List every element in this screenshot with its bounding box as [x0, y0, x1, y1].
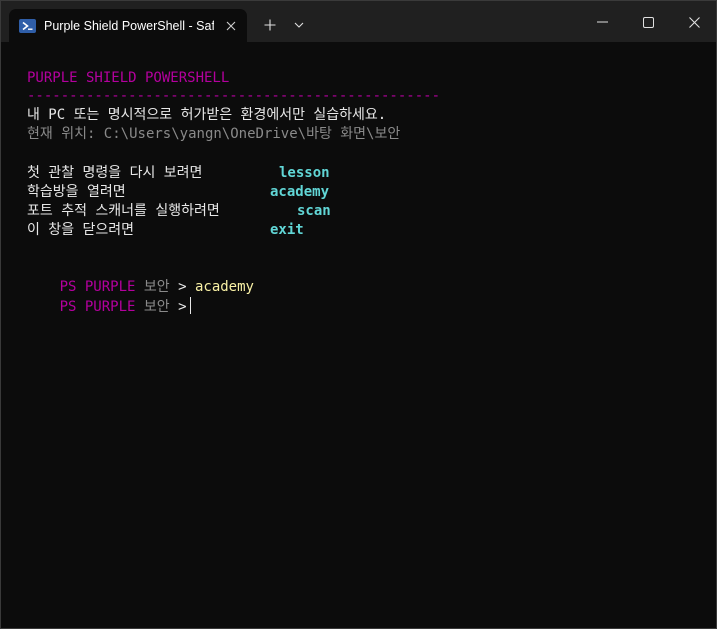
- terminal-output[interactable]: PURPLE SHIELD POWERSHELL ---------------…: [1, 42, 716, 628]
- prompt-ps: PS: [59, 299, 77, 315]
- warning-text: 내 PC 또는 명시적으로 허가받은 환경에서만 실습하세요.: [27, 107, 387, 123]
- title-bar: Purple Shield PowerShell - Saf: [1, 1, 716, 42]
- command-academy: academy: [270, 184, 330, 200]
- tab-dropdown-button[interactable]: [289, 15, 309, 35]
- powershell-icon: [19, 18, 36, 33]
- text-cursor: [189, 297, 191, 314]
- menu-label-scan: 포트 추적 스캐너를 실행하려면: [27, 203, 220, 219]
- minimize-button[interactable]: [587, 9, 617, 35]
- entered-command: academy: [194, 279, 254, 295]
- menu-label-lesson: 첫 관찰 명령을 다시 보려면: [27, 165, 203, 181]
- prompt-name: PURPLE: [84, 299, 136, 315]
- prompt-arrow: >: [178, 299, 187, 315]
- menu-label-exit: 이 창을 닫으려면: [27, 222, 135, 238]
- prompt-line-history: PS PURPLE 보안 > academy: [9, 259, 254, 295]
- chevron-down-icon: [294, 22, 304, 28]
- banner-rule: ----------------------------------------…: [27, 88, 441, 104]
- close-icon: [688, 16, 700, 28]
- command-lesson: lesson: [279, 165, 330, 181]
- new-tab-button[interactable]: [259, 14, 281, 36]
- command-scan: scan: [297, 203, 331, 219]
- command-exit: exit: [270, 222, 304, 238]
- banner-title: PURPLE SHIELD POWERSHELL: [27, 70, 230, 86]
- minimize-icon: [596, 21, 608, 23]
- location-text: 현재 위치: C:\Users\yangn\OneDrive\바탕 화면\보안: [27, 126, 401, 142]
- prompt-dir: 보안: [143, 299, 170, 315]
- close-button[interactable]: [679, 9, 709, 35]
- menu-label-academy: 학습방을 열려면: [27, 184, 126, 200]
- tab-close-icon[interactable]: [223, 18, 239, 34]
- maximize-button[interactable]: [633, 9, 663, 35]
- plus-icon: [264, 19, 276, 31]
- tab-title: Purple Shield PowerShell - Saf: [44, 18, 214, 33]
- prompt-line-current[interactable]: PS PURPLE 보안 >: [9, 278, 191, 315]
- maximize-icon: [642, 16, 654, 28]
- tab-powershell[interactable]: Purple Shield PowerShell - Saf: [9, 9, 247, 42]
- terminal-window: Purple Shield PowerShell - Saf PURPLE SH…: [0, 0, 717, 629]
